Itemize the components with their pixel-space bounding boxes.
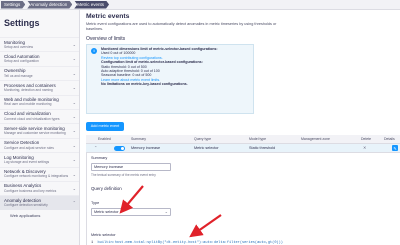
summary-label: Summary (91, 156, 108, 160)
sidebar-item-server-side[interactable]: Server-side service monitoring Manage and… (0, 123, 79, 137)
add-metric-event-button[interactable]: Add metric event (86, 122, 124, 131)
chevron-down-icon: ⌄ (72, 128, 76, 134)
summary-input[interactable]: Memory increase (91, 163, 171, 171)
breadcrumb-metric-events[interactable]: Metric events (74, 1, 109, 9)
sidebar-item-sublabel: Real user and mobile monitoring (4, 102, 52, 107)
column-enabled: Enabled (98, 137, 111, 141)
sidebar-item-sublabel: Log storage and event settings (4, 160, 50, 165)
delete-icon[interactable]: ✕ (363, 144, 366, 153)
sidebar-item-anomaly-detection[interactable]: Anomaly detection Configure detection sen… (0, 195, 79, 210)
sidebar-item-monitoring[interactable]: Monitoring Setup and overview ⌄ (0, 37, 79, 51)
column-delete: Delete (361, 137, 372, 141)
table-header: Enabled Summary Query type Model type Ma… (86, 135, 400, 143)
type-select[interactable]: Metric selector ⌄ (91, 208, 171, 216)
type-select-value: Metric selector (94, 210, 119, 214)
page-description: Metric event configurations are used to … (86, 22, 277, 31)
metric-selector-value: builtin:host.mem.total:splitBy("dt.entit… (97, 241, 283, 245)
chevron-down-icon: ⌄ (72, 42, 76, 47)
row-summary: Memory increase (131, 146, 161, 150)
column-management-zone: Management zone (301, 137, 330, 141)
row-query-type: Metric selector (194, 146, 219, 150)
overview-title: Overview of limits (86, 36, 126, 42)
sidebar-item-web-mobile[interactable]: Web and mobile monitoring Real user and m… (0, 94, 79, 109)
chevron-down-icon: ⌄ (72, 171, 76, 177)
sidebar-item-log-monitoring[interactable]: Log Monitoring Log storage and event sett… (0, 152, 79, 166)
chevron-down-icon: ⌄ (72, 85, 76, 91)
sidebar-item-sublabel: Manage and customize service monitoring (4, 131, 66, 136)
chevron-down-icon: ⌄ (72, 142, 76, 148)
column-query-type: Query type (194, 137, 212, 141)
metric-selector-input[interactable]: 1 builtin:host.mem.total:splitBy("dt.ent… (91, 240, 331, 245)
app: Settings Anomaly detection Metric events… (0, 0, 400, 245)
chevron-down-icon: ⌄ (72, 56, 76, 62)
chevron-up-icon[interactable]: ⌃ (94, 144, 97, 153)
metric-selector-label: Metric selector (91, 233, 116, 237)
limit-line: No limitations on metric-key-based confi… (101, 82, 188, 87)
chevron-down-icon: ⌄ (72, 70, 76, 76)
breadcrumb-anomaly-detection[interactable]: Anomaly detection (27, 1, 72, 9)
sidebar-item-sublabel: Setup and overview (4, 44, 33, 49)
sidebar-subitem-web-applications[interactable]: Web applications (0, 210, 79, 218)
column-details: Details (384, 137, 395, 141)
info-icon: i (91, 48, 97, 54)
breadcrumb-settings[interactable]: Settings (1, 1, 25, 9)
chevron-down-icon: ⌄ (72, 185, 76, 191)
sidebar-item-processes[interactable]: Processes and containers Monitoring, dete… (0, 80, 79, 94)
sidebar-item-cloud-automation[interactable]: Cloud Automation Setup and configuration ⌄ (0, 51, 79, 65)
query-definition-heading: Query definition (91, 186, 122, 191)
table-row[interactable]: ⌃ Memory increase Metric selector Static… (86, 143, 400, 153)
sidebar: Settings Monitoring Setup and overview ⌄ C… (0, 10, 80, 245)
limits-info-box: i Monitored dimensions limit of metric-s… (86, 44, 254, 114)
chevron-up-icon: ⌃ (72, 200, 76, 206)
enabled-toggle[interactable] (114, 146, 125, 151)
sidebar-item-service-detection[interactable]: Service Detection Configure and adjust se… (0, 137, 79, 152)
chevron-down-icon: ⌄ (164, 209, 168, 214)
details-panel: Summary Memory increase The textual summ… (86, 153, 400, 245)
learn-more-link[interactable]: Learn more about metric event limits. (101, 78, 160, 82)
main-content: Metric events Metric event configuration… (81, 10, 400, 245)
sidebar-item-sublabel: Connect cloud and virtualization types (4, 116, 60, 121)
sidebar-item-sublabel: Configure detection sensitivity (4, 203, 48, 208)
sidebar-item-sublabel: Monitoring, detection and naming (4, 88, 53, 93)
summary-hint: The textual summary of the metric event … (91, 173, 156, 177)
sidebar-title: Settings (4, 18, 40, 28)
sidebar-item-cloud-virtualization[interactable]: Cloud and virtualization Connect cloud an… (0, 108, 79, 123)
breadcrumb: Settings Anomaly detection Metric events (0, 0, 400, 10)
edit-icon[interactable]: ✎ (392, 145, 398, 151)
sidebar-item-ownership[interactable]: Ownership Tell us and manage ⌄ (0, 65, 79, 80)
sidebar-item-sublabel: Tell us and manage (4, 73, 33, 78)
sidebar-item-sublabel: Configure business and key metrics (4, 188, 57, 193)
sidebar-item-business-analytics[interactable]: Business Analytics Configure business and… (0, 180, 79, 195)
chevron-down-icon: ⌄ (72, 113, 76, 119)
top-configurations-link[interactable]: Review top contributing configurations. (101, 56, 163, 60)
sidebar-item-sublabel: Setup and configuration (4, 59, 39, 64)
sidebar-item-sublabel: Configure and adjust service rules (4, 145, 54, 150)
row-model-type: Static threshold (249, 146, 276, 150)
column-summary: Summary (131, 137, 146, 141)
chevron-down-icon: ⌄ (72, 99, 76, 105)
column-model-type: Model type (249, 137, 267, 141)
page-title: Metric events (86, 13, 130, 20)
sidebar-item-network[interactable]: Network & Discovery Configure network mon… (0, 166, 79, 181)
line-number: 1 (91, 241, 94, 245)
sidebar-item-sublabel: Configure network monitoring & integrati… (4, 174, 69, 179)
type-label: Type (91, 201, 100, 205)
chevron-down-icon: ⌄ (72, 157, 76, 163)
